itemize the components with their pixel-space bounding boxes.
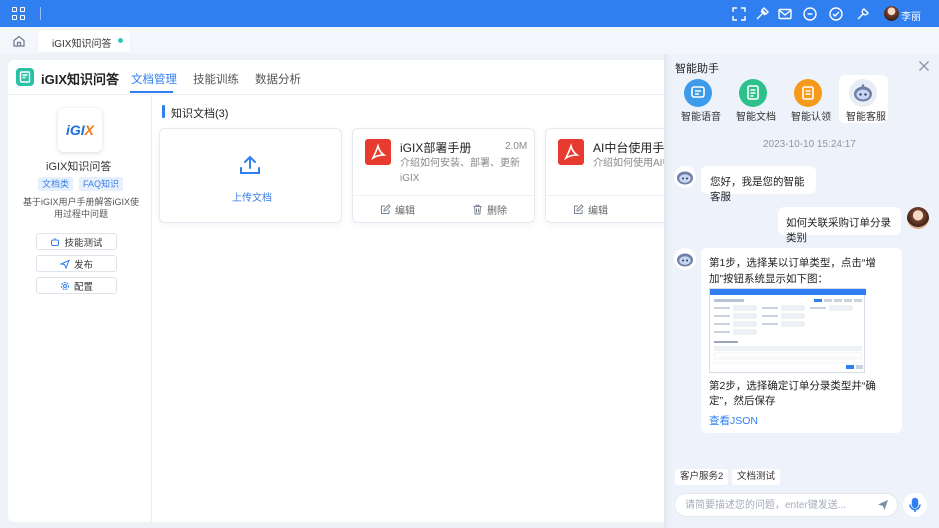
agent-logo: iGIX xyxy=(58,108,102,152)
doc-desc-line: 介绍如何使用AI中 xyxy=(593,158,673,169)
doc-size: 2.0M xyxy=(505,141,528,152)
agent-logo-accent: X xyxy=(84,122,94,138)
doc-desc-line: 介绍如何安装、部署、更新 xyxy=(400,158,520,169)
tag-doc: 文档类 xyxy=(38,177,74,191)
upload-label[interactable]: 上传文档 xyxy=(232,189,272,204)
config-label: 配置 xyxy=(73,281,93,293)
skill-test-button[interactable]: 技能测试 xyxy=(36,233,117,250)
tab-doc-management[interactable]: 文档管理 xyxy=(131,71,177,87)
edit-icon xyxy=(381,204,391,214)
assistant-panel-shadow xyxy=(664,54,670,528)
tab-data-analysis[interactable]: 数据分析 xyxy=(255,71,301,87)
page-tab-label[interactable]: iGIX知识问答 xyxy=(52,35,111,50)
trash-icon xyxy=(473,204,482,215)
skill-test-label: 技能测试 xyxy=(64,237,103,249)
close-icon[interactable] xyxy=(918,60,930,72)
header-divider xyxy=(8,94,668,95)
user-avatar[interactable] xyxy=(884,6,899,21)
message-icon[interactable] xyxy=(802,6,818,22)
topbar-divider xyxy=(40,7,41,20)
robot-icon xyxy=(51,237,60,246)
publish-label: 发布 xyxy=(73,259,93,271)
tab-skill-training[interactable]: 技能训练 xyxy=(193,71,239,87)
edit-label: 编辑 xyxy=(588,206,608,217)
agent-description: 基于iGIX用户手册解答iGIX使用过程中问题 xyxy=(22,197,139,219)
agent-logo-text: iGI xyxy=(65,122,85,138)
doc-desc-line: iGIX xyxy=(400,173,420,184)
mode-document-label[interactable]: 智能文档 xyxy=(736,108,776,123)
check-circle-icon[interactable] xyxy=(828,6,844,22)
doc-description: 介绍如何安装、部署、更新 iGIX xyxy=(400,156,530,186)
chat-input[interactable] xyxy=(685,497,870,513)
app-title: iGIX知识问答 xyxy=(41,72,120,87)
app-logo-icon xyxy=(16,68,34,86)
view-json-link[interactable]: 查看JSON xyxy=(709,413,758,428)
mode-customer-service-label[interactable]: 智能客服 xyxy=(846,108,886,123)
pdf-icon xyxy=(365,139,391,165)
tag-faq: FAQ知识 xyxy=(79,177,124,191)
skin-icon[interactable] xyxy=(754,6,770,22)
claim-mode-icon[interactable] xyxy=(794,79,822,107)
config-button[interactable]: 配置 xyxy=(36,277,117,294)
gear-icon xyxy=(60,281,69,290)
mail-icon[interactable] xyxy=(777,6,793,22)
user-name[interactable]: 李丽 xyxy=(901,8,921,23)
bot-message-greeting: 您好，我是您的智能客服 xyxy=(701,166,816,203)
customer-service-mode-icon[interactable] xyxy=(849,79,877,107)
send-icon[interactable] xyxy=(877,499,889,511)
publish-button[interactable]: 发布 xyxy=(36,255,117,272)
quick-chip-service[interactable]: 客户服务2 xyxy=(675,469,729,485)
assistant-title: 智能助手 xyxy=(675,63,719,75)
mode-claim-label[interactable]: 智能认领 xyxy=(791,108,831,123)
tab-bar xyxy=(0,27,939,54)
apps-grid-icon[interactable] xyxy=(12,7,25,20)
document-mode-icon[interactable] xyxy=(739,79,767,107)
tool-icon[interactable] xyxy=(855,6,871,22)
tab-status-dot xyxy=(118,38,123,43)
edit-label: 编辑 xyxy=(395,206,415,217)
microphone-icon[interactable] xyxy=(903,493,927,517)
delete-label: 删除 xyxy=(487,206,507,217)
answer-step2: 第2步，选择确定订单分录类型并“确定”，然后保存 xyxy=(709,380,876,407)
edit-icon xyxy=(574,204,584,214)
docs-section-title: 知识文档(3) xyxy=(171,108,229,120)
quick-chip-doc-test[interactable]: 文档测试 xyxy=(732,469,781,485)
user-chat-avatar xyxy=(907,207,929,229)
agent-name: iGIX知识问答 xyxy=(46,161,112,173)
doc-description: 介绍如何使用AI中 xyxy=(593,156,672,171)
chat-input-box[interactable] xyxy=(674,493,898,517)
section-marker xyxy=(162,105,165,118)
edit-button[interactable]: 编辑 xyxy=(380,202,415,217)
mode-voice-label[interactable]: 智能语音 xyxy=(681,108,721,123)
doc-title[interactable]: iGIX部署手册 xyxy=(400,139,471,156)
top-bar xyxy=(0,0,939,27)
bot-avatar xyxy=(674,248,696,270)
chat-timestamp: 2023-10-10 15:24:17 xyxy=(763,139,856,150)
home-icon[interactable] xyxy=(12,34,26,48)
pdf-icon xyxy=(558,139,584,165)
left-panel-divider xyxy=(151,95,152,522)
active-tab-indicator xyxy=(130,91,173,93)
answer-step1: 第1步，选择某以订单类型，点击“增加”按钮系统显示如下图： xyxy=(709,257,876,285)
fullscreen-icon[interactable] xyxy=(731,6,747,22)
bot-avatar xyxy=(674,166,696,188)
send-plane-icon xyxy=(59,259,70,269)
answer-screenshot-image[interactable] xyxy=(709,288,866,373)
upload-icon[interactable] xyxy=(238,153,262,177)
delete-button[interactable]: 删除 xyxy=(472,202,507,217)
voice-mode-icon[interactable] xyxy=(684,79,712,107)
user-message: 如何关联采购订单分录类别 xyxy=(778,207,901,244)
edit-button[interactable]: 编辑 xyxy=(573,202,608,217)
card-divider xyxy=(353,195,534,196)
